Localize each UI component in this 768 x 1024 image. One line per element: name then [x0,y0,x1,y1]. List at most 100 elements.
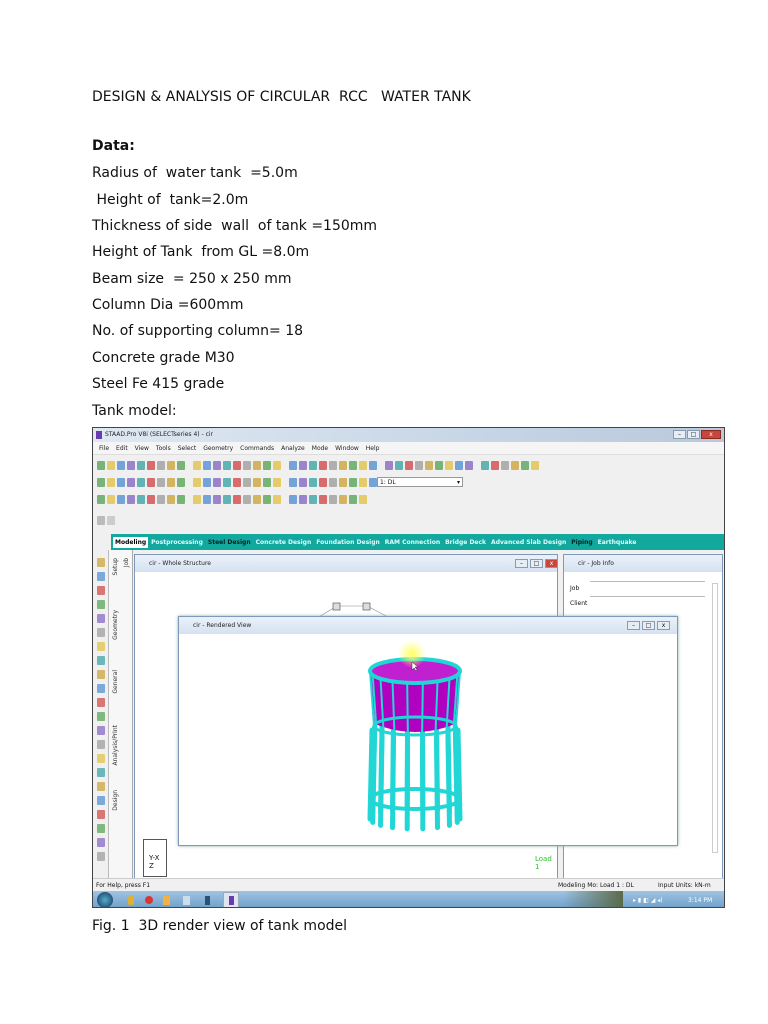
toolbar-tool-icon[interactable] [455,460,463,470]
toolbar-tool-icon[interactable] [309,494,317,504]
left-tool-icon[interactable] [97,670,105,679]
explorer-icon[interactable] [128,896,134,905]
minimize-button[interactable]: – [515,559,528,568]
toolbar-tool-icon[interactable] [233,494,241,504]
toolbar-tool-icon[interactable] [177,494,185,504]
toolbar-tool-icon[interactable] [223,460,231,470]
toolbar-tool-icon[interactable] [193,477,201,487]
toolbar-tool-icon[interactable] [359,494,367,504]
toolbar-tool-icon[interactable] [263,477,271,487]
left-tool-icon[interactable] [97,628,105,637]
vtab-setup[interactable]: Setup [112,558,119,575]
scrollbar[interactable] [712,583,718,853]
tool-icon[interactable] [97,515,105,525]
toolbar-tool-icon[interactable] [521,460,529,470]
toolbar-tool-icon[interactable] [415,460,423,470]
toolbar-tool-icon[interactable] [253,494,261,504]
toolbar-tool-icon[interactable] [167,477,175,487]
toolbar-tool-icon[interactable] [339,494,347,504]
menu-edit[interactable]: Edit [116,445,128,452]
toolbar-tool-icon[interactable] [203,494,211,504]
app-taskbar-icon[interactable] [163,896,170,905]
toolbar-tool-icon[interactable] [273,494,281,504]
menu-geometry[interactable]: Geometry [203,445,233,452]
tab-advanced-slab-design[interactable]: Advanced Slab Design [489,537,568,548]
toolbar-tool-icon[interactable] [511,460,519,470]
vtab-job[interactable]: Job [123,558,130,567]
left-tool-icon[interactable] [97,838,105,847]
toolbar-tool-icon[interactable] [319,477,327,487]
minimize-button[interactable]: – [627,621,640,630]
left-tool-icon[interactable] [97,642,105,651]
toolbar-tool-icon[interactable] [329,494,337,504]
left-tool-icon[interactable] [97,768,105,777]
job-field[interactable] [590,581,705,582]
toolbar-tool-icon[interactable] [243,477,251,487]
vtab-general[interactable]: General [112,670,119,694]
tool-icon[interactable] [107,515,115,525]
toolbar-tool-icon[interactable] [501,460,509,470]
toolbar-tool-icon[interactable] [385,460,393,470]
menu-commands[interactable]: Commands [240,445,274,452]
tab-piping[interactable]: Piping [569,537,594,548]
menu-view[interactable]: View [135,445,149,452]
toolbar-tool-icon[interactable] [405,460,413,470]
tab-bridge-deck[interactable]: Bridge Deck [443,537,488,548]
toolbar-tool-icon[interactable] [137,460,145,470]
tab-modeling[interactable]: Modeling [113,536,149,548]
toolbar-tool-icon[interactable] [147,460,155,470]
toolbar-tool-icon[interactable] [395,460,403,470]
toolbar-tool-icon[interactable] [319,460,327,470]
toolbar-tool-icon[interactable] [177,477,185,487]
toolbar-tool-icon[interactable] [213,477,221,487]
toolbar-tool-icon[interactable] [319,494,327,504]
left-tool-icon[interactable] [97,782,105,791]
app-taskbar-icon[interactable] [183,896,190,905]
toolbar-tool-icon[interactable] [299,477,307,487]
toolbar-tool-icon[interactable] [263,460,271,470]
toolbar-tool-icon[interactable] [349,494,357,504]
vtab-geometry[interactable]: Geometry [112,610,119,640]
menu-help[interactable]: Help [366,445,380,452]
toolbar-tool-icon[interactable] [167,494,175,504]
toolbar-tool-icon[interactable] [425,460,433,470]
left-tool-icon[interactable] [97,558,105,567]
toolbar-tool-icon[interactable] [193,460,201,470]
maximize-button[interactable]: □ [687,430,700,439]
toolbar-tool-icon[interactable] [127,460,135,470]
toolbar-tool-icon[interactable] [359,460,367,470]
toolbar-tool-icon[interactable] [233,460,241,470]
toolbar-tool-icon[interactable] [289,460,297,470]
tab-postprocessing[interactable]: Postprocessing [149,537,205,548]
toolbar-tool-icon[interactable] [147,477,155,487]
close-button[interactable]: x [701,430,721,439]
toolbar-tool-icon[interactable] [97,477,105,487]
toolbar-tool-icon[interactable] [329,477,337,487]
minimize-button[interactable]: – [673,430,686,439]
menu-analyze[interactable]: Analyze [281,445,305,452]
toolbar-tool-icon[interactable] [203,460,211,470]
toolbar-tool-icon[interactable] [481,460,489,470]
left-tool-icon[interactable] [97,712,105,721]
toolbar-tool-icon[interactable] [223,477,231,487]
toolbar-tool-icon[interactable] [299,460,307,470]
menu-file[interactable]: File [99,445,109,452]
toolbar-tool-icon[interactable] [203,477,211,487]
toolbar-tool-icon[interactable] [177,460,185,470]
left-tool-icon[interactable] [97,614,105,623]
toolbar-tool-icon[interactable] [157,477,165,487]
toolbar-tool-icon[interactable] [127,494,135,504]
toolbar-tool-icon[interactable] [107,460,115,470]
left-tool-icon[interactable] [97,586,105,595]
left-tool-icon[interactable] [97,572,105,581]
toolbar-tool-icon[interactable] [299,494,307,504]
menu-mode[interactable]: Mode [312,445,328,452]
left-tool-icon[interactable] [97,810,105,819]
toolbar-tool-icon[interactable] [289,494,297,504]
menu-select[interactable]: Select [178,445,197,452]
left-tool-icon[interactable] [97,698,105,707]
toolbar-tool-icon[interactable] [147,494,155,504]
toolbar-tool-icon[interactable] [167,460,175,470]
toolbar-tool-icon[interactable] [531,460,539,470]
chrome-icon[interactable] [145,896,153,904]
